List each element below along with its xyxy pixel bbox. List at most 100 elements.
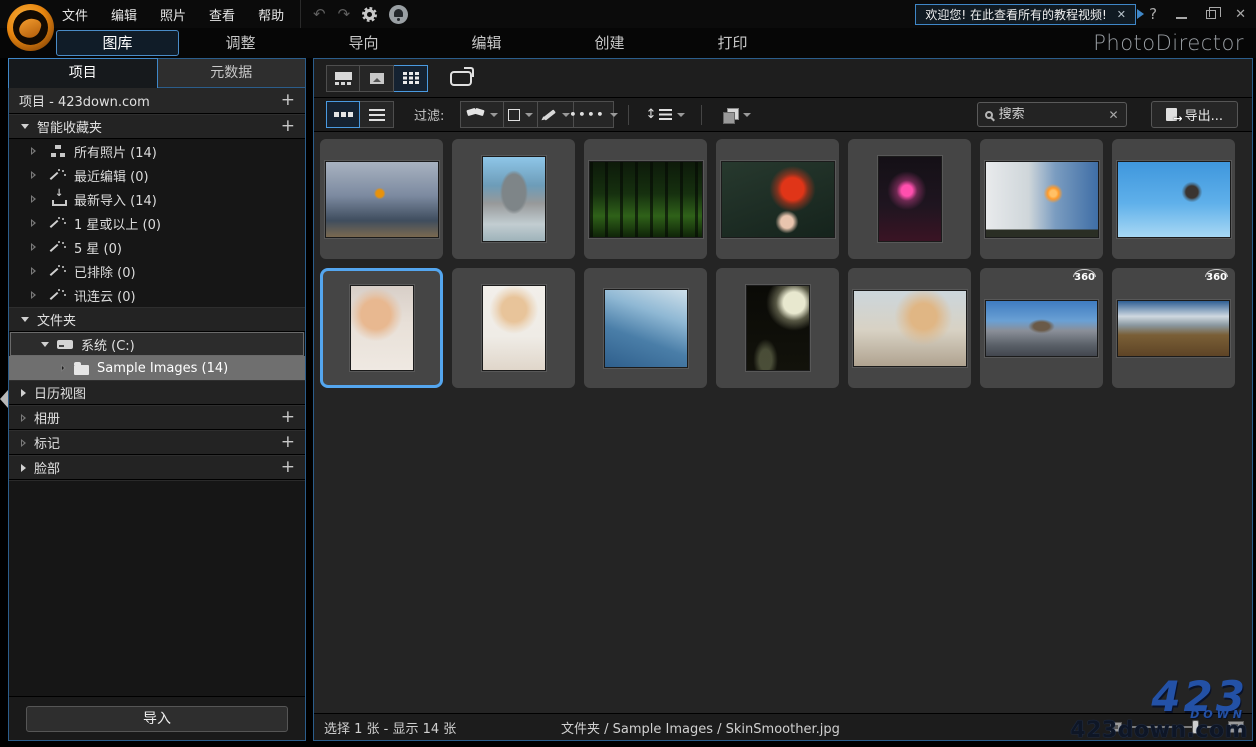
export-icon	[1165, 108, 1183, 125]
export-button[interactable]: 导出...	[1150, 101, 1238, 128]
photo-thumbnail-limestone-island-boat[interactable]	[452, 139, 575, 259]
search-clear-icon[interactable]: ✕	[1109, 108, 1119, 122]
thumbnail-size-slider[interactable]	[1132, 720, 1218, 734]
photo-thumbnail-red-maple-leaf[interactable]	[716, 139, 839, 259]
photo-thumbnail-panorama-canyon[interactable]: 360	[1112, 268, 1235, 388]
expander-right-open-icon[interactable]	[31, 195, 36, 203]
rating-filter-button[interactable]	[504, 101, 539, 128]
photo-thumbnail-forest-sunlight[interactable]	[584, 139, 707, 259]
mode-tab-library[interactable]: 图库	[56, 30, 179, 56]
settings-gear-icon[interactable]	[362, 6, 378, 22]
sidebar-row-albums[interactable]: 相册 +	[9, 405, 305, 430]
photo-thumbnail-rocket-launch[interactable]	[980, 139, 1103, 259]
browser-view-button[interactable]	[326, 64, 360, 92]
expander-down-icon[interactable]	[21, 317, 29, 322]
sidebar-row-tags[interactable]: 标记 +	[9, 430, 305, 455]
photo-thumbnail-dark-window-light[interactable]	[716, 268, 839, 388]
menu-photo[interactable]: 照片	[160, 5, 186, 24]
separator	[628, 104, 630, 125]
large-thumbnail-icon[interactable]	[1228, 721, 1244, 733]
photo-thumbnail-panorama-rock-arch[interactable]: 360	[980, 268, 1103, 388]
sidebar-row-recently-edited[interactable]: 最近编辑 (0)	[9, 163, 305, 187]
sidebar-row-project-root[interactable]: 项目 - 423down.com +	[9, 88, 305, 114]
sidebar-row-all-photos[interactable]: 所有照片 (14)	[9, 139, 305, 163]
photo-thumbnail-basketball-dunk[interactable]	[320, 139, 443, 259]
tab-metadata[interactable]: 元数据	[157, 58, 306, 88]
add-button[interactable]: +	[281, 409, 295, 426]
search-input[interactable]	[998, 107, 1103, 122]
expander-right-open-icon[interactable]	[21, 413, 26, 422]
photo-image-red-maple-leaf	[720, 160, 835, 238]
expander-right-open-icon[interactable]	[21, 438, 26, 447]
photo-thumbnail-skateboarder-jump[interactable]	[1112, 139, 1235, 259]
sidebar-collapse-arrow-icon[interactable]	[0, 390, 8, 408]
sidebar-row-system-c-drive[interactable]: 系统 (C:)	[10, 332, 304, 356]
single-view-button[interactable]	[360, 64, 394, 92]
dots-icon: ••••	[569, 108, 606, 121]
sort-button[interactable]: ↕	[643, 101, 687, 128]
caret-down-icon	[742, 112, 751, 117]
sidebar-row-latest-imports[interactable]: 最新导入 (14)	[9, 187, 305, 211]
photo-thumbnail-neon-bar-sign[interactable]	[848, 139, 971, 259]
mode-tab-edit[interactable]: 编辑	[425, 30, 548, 56]
expander-right-icon[interactable]	[21, 388, 26, 397]
sidebar-row-cyberlink-cloud[interactable]: 讯连云 (0)	[9, 283, 305, 307]
sidebar-row-sample-images-folder[interactable]: Sample Images (14)	[9, 356, 305, 380]
expander-right-open-icon[interactable]	[31, 147, 36, 155]
add-button[interactable]: +	[281, 459, 295, 476]
redo-icon[interactable]: ↷	[338, 6, 351, 22]
secondary-display-button[interactable]	[442, 65, 480, 92]
expander-right-open-icon[interactable]	[31, 243, 36, 251]
thumbnail-mode-button[interactable]	[326, 101, 360, 128]
stack-button[interactable]	[716, 101, 756, 128]
help-button[interactable]: ?	[1149, 5, 1157, 23]
sidebar-row-excluded[interactable]: 已排除 (0)	[9, 259, 305, 283]
add-button[interactable]: +	[281, 118, 295, 135]
undo-icon[interactable]: ↶	[313, 6, 326, 22]
photo-thumbnail-woman-leaning-portrait[interactable]	[848, 268, 971, 388]
photo-thumbnail-ocean-wave[interactable]	[584, 268, 707, 388]
add-button[interactable]: +	[281, 434, 295, 451]
flag-filter-button[interactable]	[460, 101, 505, 128]
menu-edit[interactable]: 编辑	[111, 5, 137, 24]
sidebar-row-one-star-or-above[interactable]: 1 星或以上 (0)	[9, 211, 305, 235]
sidebar-row-faces[interactable]: 脸部 +	[9, 455, 305, 480]
sidebar-row-folders[interactable]: 文件夹	[9, 307, 305, 332]
mode-tab-print[interactable]: 打印	[671, 30, 794, 56]
restore-button[interactable]	[1206, 6, 1222, 19]
expander-right-open-icon[interactable]	[31, 267, 36, 275]
close-button[interactable]: ✕	[1235, 7, 1246, 22]
menu-help[interactable]: 帮助	[258, 5, 284, 24]
add-button[interactable]: +	[281, 92, 295, 109]
grid-view-button[interactable]	[394, 64, 428, 92]
photo-image-woman-laughing-portrait	[481, 285, 546, 371]
mode-tab-create[interactable]: 创建	[548, 30, 671, 56]
sidebar-row-smart-collections[interactable]: 智能收藏夹 +	[9, 114, 305, 139]
notice-close-icon[interactable]: ✕	[1117, 8, 1126, 21]
slider-handle[interactable]	[1192, 720, 1199, 734]
sidebar-row-calendar-view[interactable]: 日历视图	[9, 380, 305, 405]
more-filter-button[interactable]: ••••	[569, 101, 619, 128]
list-mode-icon	[368, 108, 385, 121]
expander-right-icon[interactable]	[21, 463, 26, 472]
list-mode-button[interactable]	[360, 101, 394, 128]
small-thumbnail-icon[interactable]	[1110, 722, 1122, 732]
pencil-icon	[541, 108, 557, 122]
mode-tab-adjust[interactable]: 调整	[179, 30, 302, 56]
expander-right-open-icon[interactable]	[31, 171, 36, 179]
menu-file[interactable]: 文件	[62, 5, 88, 24]
expander-down-icon[interactable]	[41, 341, 49, 347]
mode-tab-guided[interactable]: 导向	[302, 30, 425, 56]
expander-right-open-icon[interactable]	[61, 364, 66, 372]
photo-thumbnail-woman-smiling-portrait[interactable]	[320, 268, 443, 388]
expander-down-icon[interactable]	[21, 124, 29, 129]
notification-bell-icon[interactable]	[389, 4, 409, 24]
import-button[interactable]: 导入	[26, 705, 288, 732]
menu-view[interactable]: 查看	[209, 5, 235, 24]
photo-thumbnail-woman-laughing-portrait[interactable]	[452, 268, 575, 388]
sidebar-row-five-star[interactable]: 5 星 (0)	[9, 235, 305, 259]
expander-right-open-icon[interactable]	[31, 219, 36, 227]
tab-project[interactable]: 项目	[8, 58, 158, 88]
minimize-button[interactable]	[1176, 17, 1188, 19]
expander-right-open-icon[interactable]	[31, 291, 36, 299]
